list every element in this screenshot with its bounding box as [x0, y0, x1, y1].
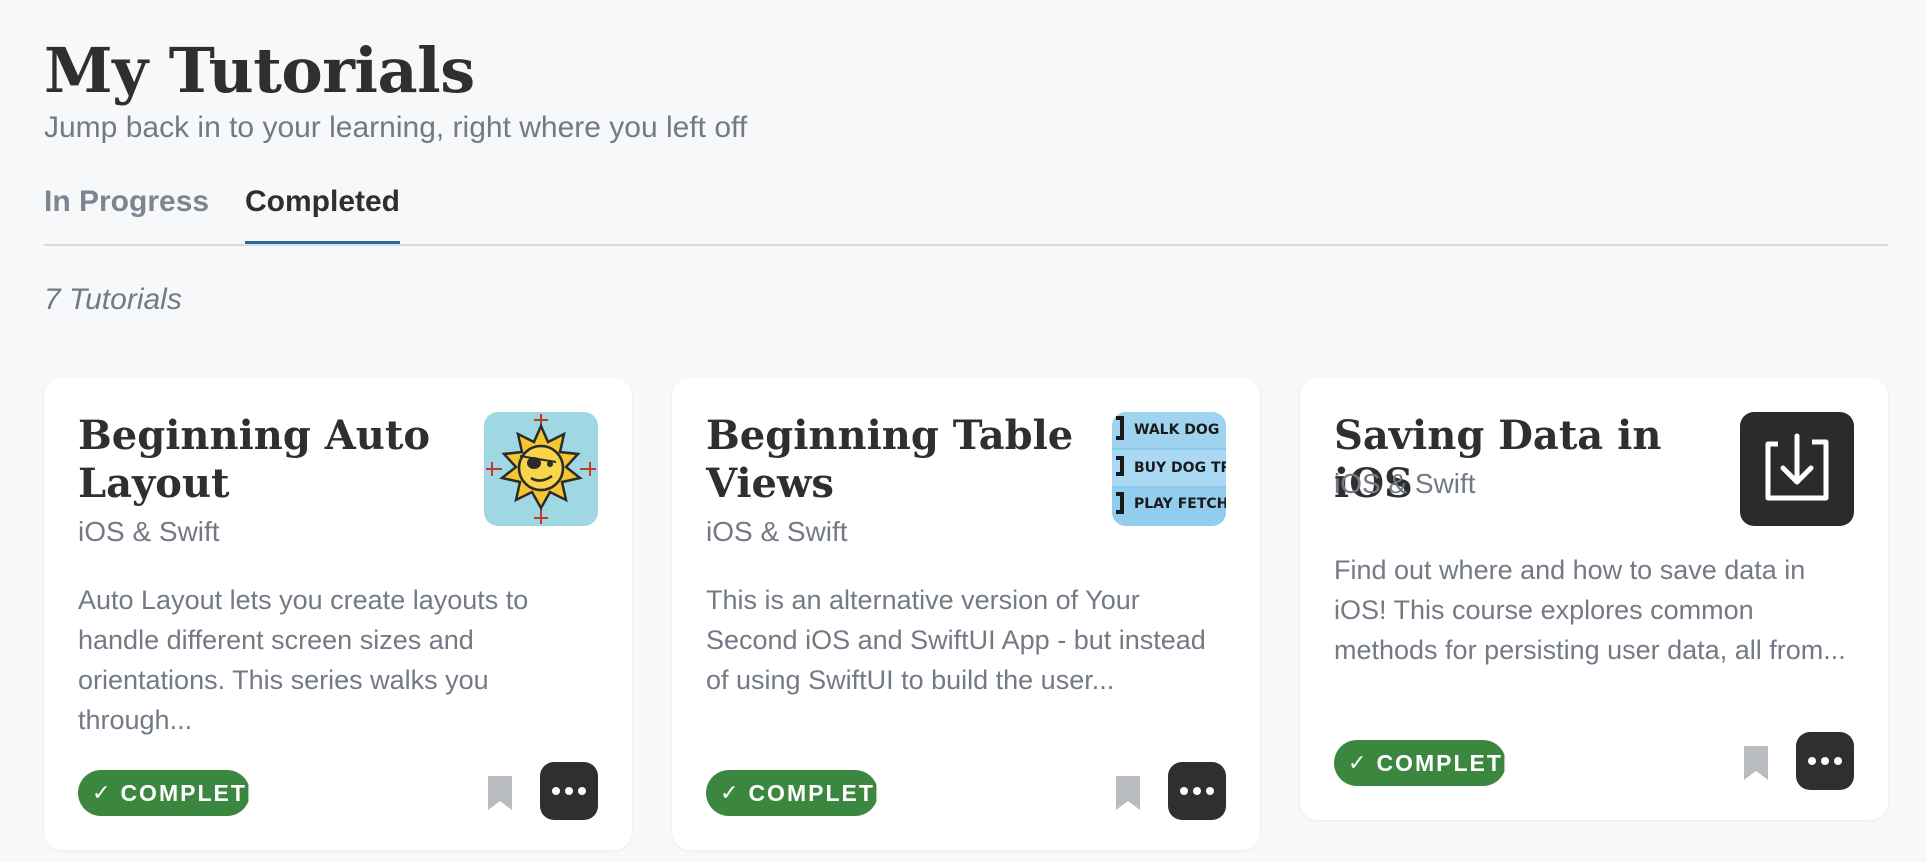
dot [552, 787, 560, 795]
card-description: Find out where and how to save data in i… [1334, 555, 1846, 665]
card-description: This is an alternative version of Your S… [706, 585, 1206, 695]
complete-badge: ✓ COMPLETE [1334, 740, 1506, 786]
tutorial-card[interactable]: Saving Data in iOS iOS & Swift Find out … [1300, 378, 1888, 820]
thumb-line-3: PLAY FETCH [1134, 496, 1226, 512]
tab-in-progress[interactable]: In Progress [44, 182, 209, 242]
bookmark-icon[interactable] [488, 776, 512, 810]
page-title: My Tutorials [44, 34, 475, 107]
tutorial-card[interactable]: Beginning Auto Layout iOS & Swift Auto L… [44, 378, 632, 850]
pirate-sun-icon [484, 412, 598, 526]
tab-completed[interactable]: Completed [245, 182, 401, 244]
complete-badge: ✓ COMPLETE [78, 770, 250, 816]
dot [565, 787, 573, 795]
dot [1808, 757, 1816, 765]
card-category: iOS & Swift [1334, 468, 1476, 499]
card-title[interactable]: Beginning Table Views [706, 412, 1086, 508]
tutorials-page: My Tutorials Jump back in to your learni… [44, 34, 1888, 850]
save-download-icon [1740, 412, 1854, 526]
dot [1180, 787, 1188, 795]
card-title[interactable]: Beginning Auto Layout [78, 412, 458, 508]
badge-label: COMPLETE [120, 779, 250, 806]
dot [578, 787, 586, 795]
dot [1206, 787, 1214, 795]
todo-list-icon: WALK DOG BUY DOG TREA PLAY FETCH [1112, 412, 1226, 526]
tutorial-count: 7 Tutorials [44, 283, 182, 316]
checkmark-icon: ✓ [1348, 750, 1369, 775]
more-options-button[interactable] [1168, 762, 1226, 820]
thumb-line-1: WALK DOG [1134, 422, 1219, 438]
tab-bar: In Progress Completed [44, 182, 1888, 246]
card-category: iOS & Swift [78, 516, 220, 547]
bookmark-icon[interactable] [1116, 776, 1140, 810]
page-subtitle: Jump back in to your learning, right whe… [44, 111, 748, 144]
more-options-button[interactable] [1796, 732, 1854, 790]
card-category: iOS & Swift [706, 516, 848, 547]
complete-badge: ✓ COMPLETE [706, 770, 878, 816]
badge-label: COMPLETE [1376, 749, 1506, 776]
bookmark-icon[interactable] [1744, 746, 1768, 780]
tutorial-card[interactable]: Beginning Table Views WALK DOG BUY DOG T… [672, 378, 1260, 850]
checkmark-icon: ✓ [720, 780, 741, 805]
thumb-line-2: BUY DOG TREA [1134, 460, 1226, 476]
dot [1834, 757, 1842, 765]
card-description: Auto Layout lets you create layouts to h… [78, 585, 529, 735]
badge-label: COMPLETE [748, 779, 878, 806]
more-options-button[interactable] [540, 762, 598, 820]
checkmark-icon: ✓ [92, 780, 113, 805]
dot [1193, 787, 1201, 795]
dot [1821, 757, 1829, 765]
